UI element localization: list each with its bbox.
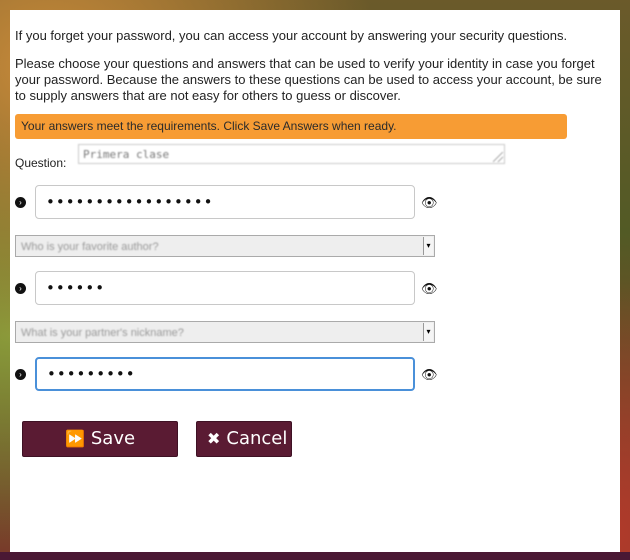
question-3-selected: What is your partner's nickname? bbox=[21, 327, 184, 339]
dropdown-arrow-icon[interactable]: ▾ bbox=[423, 323, 433, 341]
answer-2-row: › 👁 bbox=[15, 271, 615, 305]
status-banner-text: Your answers meet the requirements. Clic… bbox=[21, 119, 397, 133]
eye-icon[interactable]: 👁 bbox=[421, 367, 438, 383]
fast-forward-icon: ⏩ bbox=[64, 429, 85, 448]
question-1-text: Primera clase bbox=[83, 148, 170, 161]
question-1-textarea[interactable]: Primera clase bbox=[78, 144, 505, 164]
close-icon: ✖ bbox=[207, 429, 221, 448]
eye-icon[interactable]: 👁 bbox=[421, 195, 438, 211]
circle-chevron-right-icon: › bbox=[15, 369, 26, 380]
footer-bar bbox=[0, 552, 630, 560]
question-2-selected: Who is your favorite author? bbox=[21, 241, 159, 253]
question-3-select[interactable]: What is your partner's nickname? ▾ bbox=[15, 321, 435, 343]
question-1-row: Question: Primera clase bbox=[15, 144, 615, 171]
eye-icon[interactable]: 👁 bbox=[421, 281, 438, 297]
action-buttons: ⏩ Save Answers ✖ Cancel bbox=[15, 421, 615, 483]
cancel-label: Cancel bbox=[226, 428, 288, 449]
answer-2-input[interactable] bbox=[35, 271, 415, 305]
resize-grip-icon[interactable] bbox=[493, 152, 503, 162]
intro-text: If you forget your password, you can acc… bbox=[15, 28, 568, 43]
circle-chevron-right-icon: › bbox=[15, 197, 26, 208]
answer-1-input[interactable] bbox=[35, 185, 415, 219]
answer-1-row: › 👁 bbox=[15, 185, 615, 219]
answer-3-input[interactable] bbox=[35, 357, 415, 391]
cancel-button[interactable]: ✖ Cancel bbox=[196, 421, 292, 457]
security-questions-panel: If you forget your password, you can acc… bbox=[10, 10, 620, 552]
question-2-select[interactable]: Who is your favorite author? ▾ bbox=[15, 235, 435, 257]
question-label: Question: bbox=[15, 156, 67, 170]
description-text: Please choose your questions and answers… bbox=[15, 56, 602, 103]
dropdown-arrow-icon[interactable]: ▾ bbox=[423, 237, 433, 255]
answer-3-row: › 👁 bbox=[15, 357, 615, 391]
circle-chevron-right-icon: › bbox=[15, 283, 26, 294]
save-answers-button[interactable]: ⏩ Save Answers bbox=[22, 421, 178, 483]
status-banner: Your answers meet the requirements. Clic… bbox=[15, 114, 567, 139]
